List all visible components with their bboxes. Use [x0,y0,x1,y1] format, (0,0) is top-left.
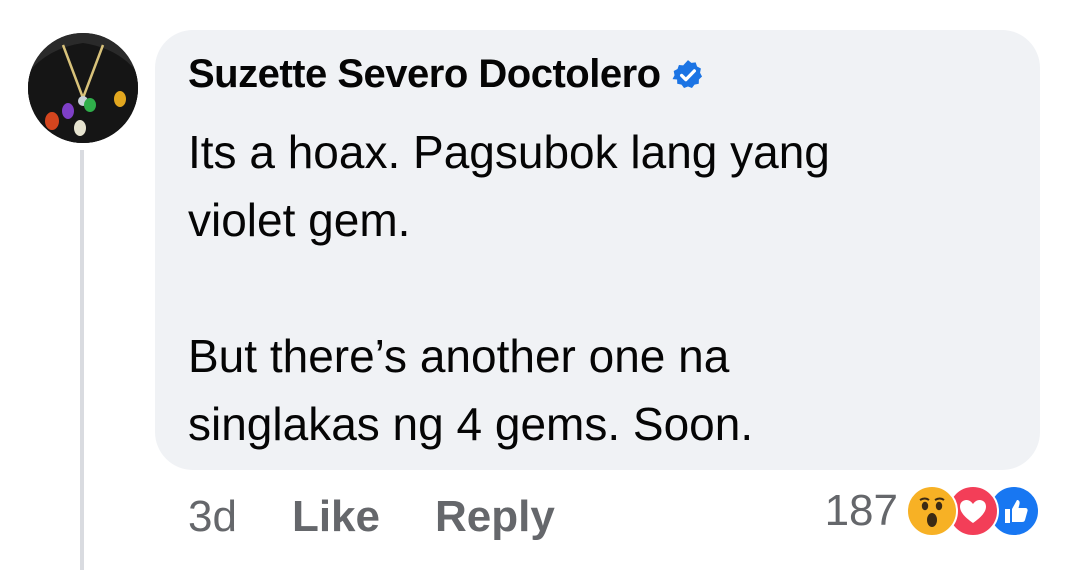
reaction-icons [906,485,1040,537]
reaction-count: 187 [824,486,898,535]
comment-container: Suzette Severo Doctolero Its a hoax. Pag… [0,0,1074,570]
comment-actions: 3d Like Reply [188,492,610,542]
author-row: Suzette Severo Doctolero [188,52,705,97]
reactions-summary[interactable]: 187 [825,485,1040,537]
author-name[interactable]: Suzette Severo Doctolero [188,52,661,97]
thread-line [80,150,84,570]
avatar[interactable] [28,33,138,143]
like-button[interactable]: Like [292,492,380,542]
comment-bubble: Suzette Severo Doctolero Its a hoax. Pag… [155,30,1040,470]
wow-icon [906,485,958,537]
comment-timestamp[interactable]: 3d [188,492,237,542]
comment-text: Its a hoax. Pagsubok lang yang violet ge… [188,126,830,450]
reply-button[interactable]: Reply [435,492,555,542]
verified-badge-icon [671,58,705,92]
